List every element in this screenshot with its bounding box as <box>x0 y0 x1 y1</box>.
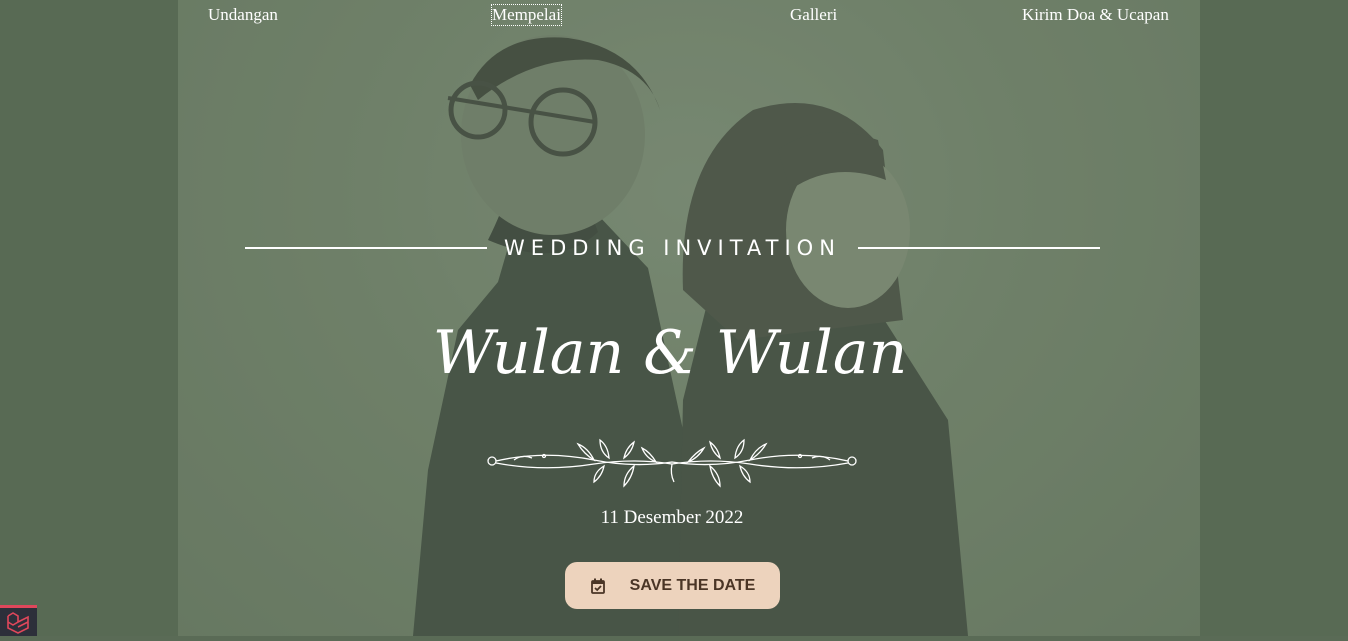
save-the-date-button[interactable]: SAVE THE DATE <box>565 562 780 609</box>
nav-link-mempelai[interactable]: Mempelai <box>491 4 562 26</box>
nav-link-galleri[interactable]: Galleri <box>790 5 837 25</box>
wedding-invitation-heading: WEDDING INVITATION <box>504 236 841 260</box>
calendar-check-icon <box>590 578 605 594</box>
wedding-date: 11 Desember 2022 <box>600 507 744 528</box>
nav-link-undangan[interactable]: Undangan <box>208 5 278 25</box>
left-margin-background <box>0 0 178 636</box>
right-divider-line <box>858 247 1100 249</box>
top-navigation: Undangan Mempelai Galleri Kirim Doa & Uc… <box>0 0 1348 32</box>
laravel-logo-icon <box>7 612 29 634</box>
left-divider-line <box>245 247 487 249</box>
floral-divider-icon <box>487 438 857 488</box>
wedding-invitation-heading-row: WEDDING INVITATION <box>245 234 1100 264</box>
right-margin-background <box>1200 0 1348 636</box>
couple-names: Wulan & Wulan <box>432 318 908 388</box>
save-the-date-label: SAVE THE DATE <box>629 576 756 594</box>
nav-link-kirim-doa[interactable]: Kirim Doa & Ucapan <box>1022 5 1169 25</box>
laravel-debugbar-icon[interactable] <box>0 605 37 636</box>
